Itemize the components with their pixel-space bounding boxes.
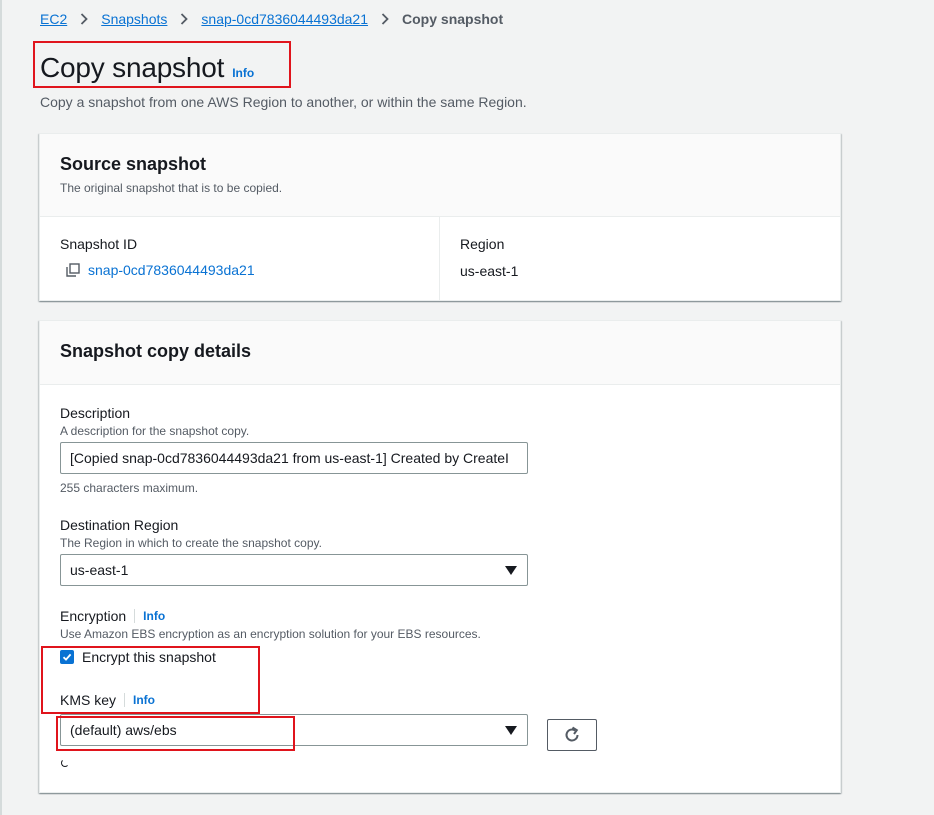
encrypt-checkbox[interactable] <box>60 650 74 664</box>
snapshot-id-link[interactable]: snap-0cd7836044493da21 <box>88 262 255 278</box>
kms-key-value: (default) aws/ebs <box>70 722 177 738</box>
source-snapshot-container: Source snapshot The original snapshot th… <box>39 133 841 301</box>
snapshot-id-value: snap-0cd7836044493da21 <box>66 262 419 278</box>
page-header: Copy snapshot Info <box>40 52 254 84</box>
label-divider <box>124 693 126 707</box>
chevron-right-icon <box>80 13 89 25</box>
checkmark-icon <box>62 653 72 661</box>
caret-down-icon <box>505 726 517 735</box>
encrypt-checkbox-row[interactable]: Encrypt this snapshot <box>60 649 820 665</box>
snapshot-id-column: Snapshot ID snap-0cd7836044493da21 <box>40 217 440 301</box>
encrypt-checkbox-label: Encrypt this snapshot <box>82 649 216 665</box>
source-snapshot-body: Snapshot ID snap-0cd7836044493da21 Regio… <box>40 217 840 301</box>
region-column: Region us-east-1 <box>440 217 538 301</box>
source-snapshot-title: Source snapshot <box>60 154 207 174</box>
encryption-help: Use Amazon EBS encryption as an encrypti… <box>60 627 481 641</box>
copy-snapshot-page: EC2 Snapshots snap-0cd7836044493da21 Cop… <box>0 0 934 815</box>
breadcrumb: EC2 Snapshots snap-0cd7836044493da21 Cop… <box>40 11 503 27</box>
breadcrumb-snapshots-link[interactable]: Snapshots <box>101 11 167 27</box>
refresh-kms-button[interactable] <box>547 719 597 751</box>
copy-details-title: Snapshot copy details <box>60 341 252 361</box>
encryption-label: Encryption <box>60 608 127 624</box>
description-help: A description for the snapshot copy. <box>60 424 250 438</box>
destination-region-value: us-east-1 <box>70 562 129 578</box>
destination-region-select[interactable]: us-east-1 <box>60 554 528 586</box>
chevron-right-icon <box>180 13 189 25</box>
copy-icon[interactable] <box>66 263 80 277</box>
kms-key-label: KMS key <box>60 692 117 708</box>
kms-label-row: KMS key Info <box>60 692 820 708</box>
region-label: Region <box>460 236 505 252</box>
description-input[interactable] <box>60 442 528 474</box>
breadcrumb-ec2-link[interactable]: EC2 <box>40 11 67 27</box>
page-title: Copy snapshot <box>40 52 225 83</box>
page-info-link[interactable]: Info <box>232 66 254 80</box>
kms-key-select[interactable]: (default) aws/ebs <box>60 714 528 746</box>
snapshot-id-label: Snapshot ID <box>60 236 138 252</box>
destination-region-help: The Region in which to create the snapsh… <box>60 536 322 550</box>
chevron-right-icon <box>381 13 389 25</box>
left-border <box>0 0 2 815</box>
description-constraint: 255 characters maximum. <box>60 481 199 495</box>
snapshot-copy-details-container: Snapshot copy details Description A desc… <box>39 320 841 793</box>
breadcrumb-snapshot-link[interactable]: snap-0cd7836044493da21 <box>201 11 368 27</box>
region-value: us-east-1 <box>460 263 519 279</box>
copy-details-header: Snapshot copy details <box>40 321 840 385</box>
loading-spinner-icon <box>61 759 69 767</box>
source-snapshot-description: The original snapshot that is to be copi… <box>60 181 283 195</box>
encryption-label-row: Encryption Info <box>60 608 820 624</box>
caret-down-icon <box>505 566 517 575</box>
breadcrumb-current: Copy snapshot <box>402 11 504 27</box>
copy-details-body: Description A description for the snapsh… <box>40 385 840 746</box>
destination-region-label: Destination Region <box>60 517 179 533</box>
kms-info-link[interactable]: Info <box>133 693 155 707</box>
refresh-icon <box>565 726 579 742</box>
description-label: Description <box>60 405 131 421</box>
label-divider <box>134 609 136 623</box>
encryption-info-link[interactable]: Info <box>143 609 165 623</box>
page-description: Copy a snapshot from one AWS Region to a… <box>40 94 527 110</box>
source-snapshot-header: Source snapshot The original snapshot th… <box>40 134 840 217</box>
